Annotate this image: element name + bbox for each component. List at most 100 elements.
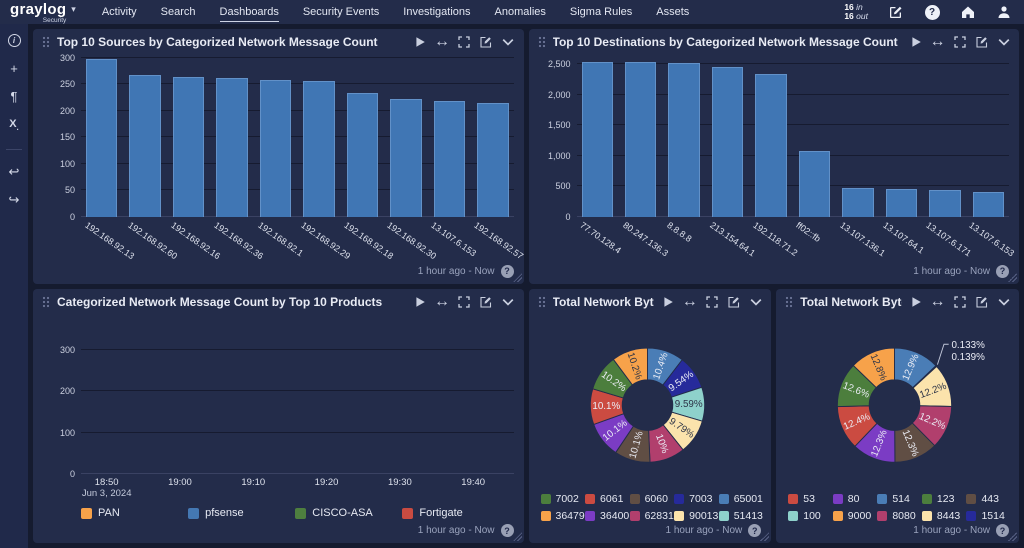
legend-item[interactable]: 8080 bbox=[877, 510, 918, 522]
fullscreen-icon[interactable] bbox=[953, 295, 966, 308]
edit-icon[interactable] bbox=[727, 295, 740, 308]
bar[interactable] bbox=[842, 188, 873, 217]
legend-item[interactable]: 90013 bbox=[674, 510, 715, 522]
bar[interactable] bbox=[434, 101, 465, 216]
bar[interactable] bbox=[260, 80, 291, 217]
edit-icon[interactable] bbox=[975, 295, 988, 308]
legend-item[interactable]: 36479 bbox=[541, 510, 582, 522]
resize-handle[interactable] bbox=[513, 273, 522, 282]
chevron-down-icon[interactable] bbox=[502, 36, 515, 49]
legend-item[interactable]: 53 bbox=[788, 493, 829, 505]
legend-item[interactable]: pfsense bbox=[188, 507, 295, 519]
bar[interactable] bbox=[625, 62, 656, 216]
x-tick-label: 192.168.92.57 bbox=[472, 220, 523, 261]
drag-handle-icon[interactable] bbox=[538, 296, 546, 308]
resize-horizontal-icon[interactable]: ↔ bbox=[436, 36, 449, 49]
compose-icon[interactable] bbox=[888, 4, 904, 20]
play-icon[interactable] bbox=[414, 36, 427, 49]
legend-item[interactable]: 7002 bbox=[541, 493, 582, 505]
legend-item[interactable]: 7003 bbox=[674, 493, 715, 505]
bar[interactable] bbox=[477, 103, 508, 217]
bar[interactable] bbox=[390, 99, 421, 217]
edit-icon[interactable] bbox=[480, 36, 493, 49]
legend-item[interactable]: 6060 bbox=[630, 493, 671, 505]
legend-item[interactable]: CISCO-ASA bbox=[295, 507, 402, 519]
bar[interactable] bbox=[755, 74, 786, 217]
resize-handle[interactable] bbox=[1008, 532, 1017, 541]
legend-item[interactable]: 8443 bbox=[922, 510, 963, 522]
legend-item[interactable]: 65001 bbox=[719, 493, 760, 505]
nav-anomalies[interactable]: Anomalies bbox=[495, 2, 546, 22]
legend-item[interactable]: Fortigate bbox=[402, 507, 509, 519]
bar[interactable] bbox=[886, 189, 917, 217]
resize-handle[interactable] bbox=[1008, 273, 1017, 282]
legend-item[interactable]: 514 bbox=[877, 493, 918, 505]
nav-dashboards[interactable]: Dashboards bbox=[220, 2, 279, 22]
redo-icon[interactable]: ↪ bbox=[9, 193, 20, 206]
bar[interactable] bbox=[973, 192, 1004, 216]
bar[interactable] bbox=[799, 151, 830, 217]
legend-item[interactable]: 1514 bbox=[966, 510, 1007, 522]
legend-item[interactable]: 123 bbox=[922, 493, 963, 505]
drag-handle-icon[interactable] bbox=[538, 36, 546, 48]
legend-item[interactable]: 6061 bbox=[585, 493, 626, 505]
formatting-icon[interactable]: ¶ bbox=[11, 90, 18, 103]
resize-horizontal-icon[interactable]: ↔ bbox=[436, 295, 449, 308]
play-icon[interactable] bbox=[909, 36, 922, 49]
nav-activity[interactable]: Activity bbox=[102, 2, 137, 22]
fullscreen-icon[interactable] bbox=[953, 36, 966, 49]
resize-horizontal-icon[interactable]: ↔ bbox=[931, 36, 944, 49]
legend-item[interactable]: 443 bbox=[966, 493, 1007, 505]
info-icon[interactable]: i bbox=[8, 34, 21, 47]
drag-handle-icon[interactable] bbox=[42, 296, 50, 308]
legend-item[interactable]: 100 bbox=[788, 510, 829, 522]
legend-item[interactable]: 9000 bbox=[833, 510, 874, 522]
nav-assets[interactable]: Assets bbox=[656, 2, 689, 22]
variables-icon[interactable]: X. bbox=[9, 118, 19, 134]
fullscreen-icon[interactable] bbox=[458, 295, 471, 308]
play-icon[interactable] bbox=[909, 295, 922, 308]
legend-item[interactable]: PAN bbox=[81, 507, 188, 519]
nav-investigations[interactable]: Investigations bbox=[403, 2, 470, 22]
bar[interactable] bbox=[303, 81, 334, 217]
bar[interactable] bbox=[86, 59, 117, 217]
resize-handle[interactable] bbox=[760, 532, 769, 541]
bar[interactable] bbox=[712, 67, 743, 216]
help-icon[interactable]: ? bbox=[924, 4, 940, 20]
undo-icon[interactable]: ↩ bbox=[9, 165, 20, 178]
nav-search[interactable]: Search bbox=[161, 2, 196, 22]
legend-item[interactable]: 62831 bbox=[630, 510, 671, 522]
chevron-down-icon[interactable] bbox=[997, 36, 1010, 49]
resize-handle[interactable] bbox=[513, 532, 522, 541]
fullscreen-icon[interactable] bbox=[705, 295, 718, 308]
resize-horizontal-icon[interactable]: ↔ bbox=[683, 295, 696, 308]
nav-security-events[interactable]: Security Events bbox=[303, 2, 379, 22]
drag-handle-icon[interactable] bbox=[42, 36, 50, 48]
edit-icon[interactable] bbox=[975, 36, 988, 49]
legend-item[interactable]: 51413 bbox=[719, 510, 760, 522]
bar[interactable] bbox=[129, 75, 160, 216]
bar[interactable] bbox=[347, 93, 378, 216]
edit-icon[interactable] bbox=[480, 295, 493, 308]
bar[interactable] bbox=[929, 190, 960, 217]
resize-horizontal-icon[interactable]: ↔ bbox=[931, 295, 944, 308]
bar[interactable] bbox=[582, 62, 613, 217]
bar[interactable] bbox=[668, 63, 699, 217]
chevron-down-icon[interactable] bbox=[749, 295, 762, 308]
nav-sigma-rules[interactable]: Sigma Rules bbox=[570, 2, 632, 22]
legend-item[interactable]: 80 bbox=[833, 493, 874, 505]
graylog-logo[interactable]: graylog Security ▾ bbox=[10, 1, 76, 24]
drag-handle-icon[interactable] bbox=[785, 296, 793, 308]
home-icon[interactable] bbox=[960, 4, 976, 20]
logo-caret-icon[interactable]: ▾ bbox=[71, 4, 76, 15]
play-icon[interactable] bbox=[661, 295, 674, 308]
chevron-down-icon[interactable] bbox=[502, 295, 515, 308]
user-icon[interactable] bbox=[996, 4, 1012, 20]
chevron-down-icon[interactable] bbox=[997, 295, 1010, 308]
fullscreen-icon[interactable] bbox=[458, 36, 471, 49]
bar[interactable] bbox=[173, 77, 204, 216]
bar[interactable] bbox=[216, 78, 247, 216]
add-widget-icon[interactable]: + bbox=[10, 62, 18, 75]
play-icon[interactable] bbox=[414, 295, 427, 308]
legend-item[interactable]: 36400 bbox=[585, 510, 626, 522]
